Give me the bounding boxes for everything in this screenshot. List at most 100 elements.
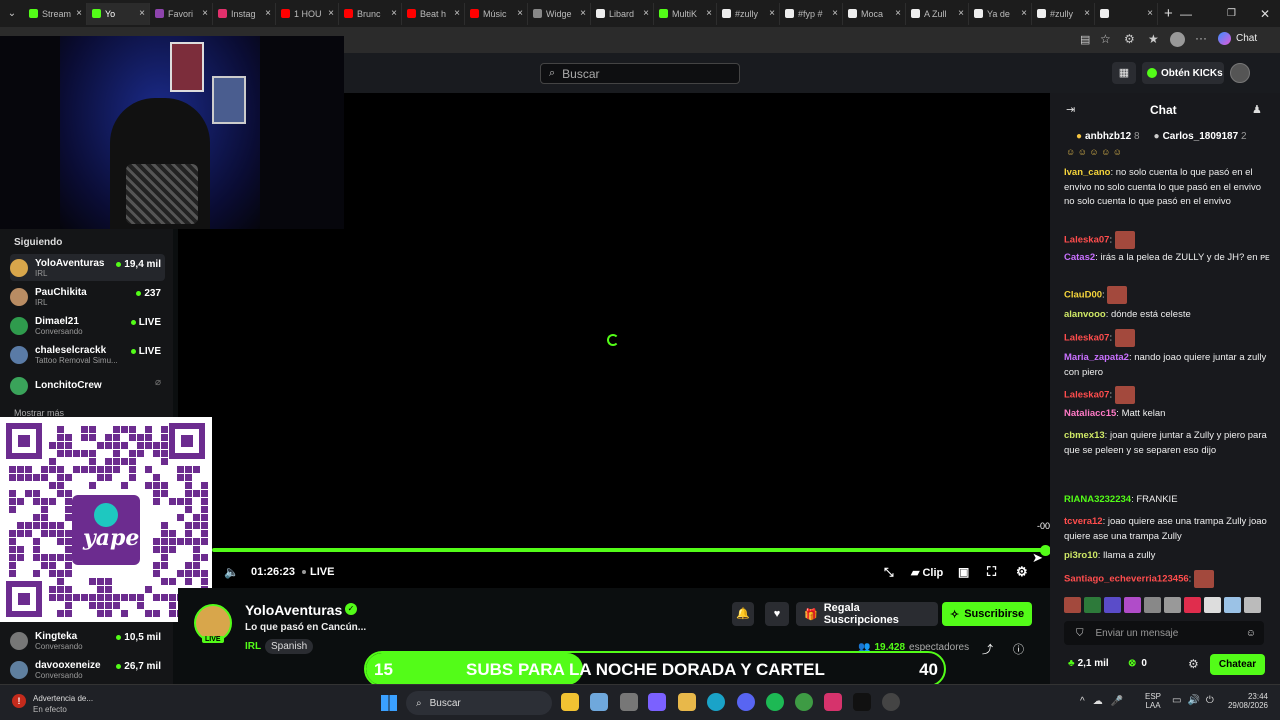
tab-menu-icon[interactable]: ⌄ xyxy=(0,8,24,19)
emote-icon[interactable] xyxy=(1164,597,1181,613)
browser-tab[interactable]: Favori × xyxy=(150,2,213,25)
obs-icon[interactable] xyxy=(882,693,900,711)
chat-username[interactable]: ClauD00 xyxy=(1064,290,1102,301)
channel-points[interactable]: ⊗ 0 xyxy=(1128,658,1147,669)
notifications-button[interactable]: 🔔 xyxy=(732,602,754,626)
chat-username[interactable]: Ivan_cano xyxy=(1064,167,1110,178)
emote-icon[interactable] xyxy=(1244,597,1261,613)
settings-icon[interactable]: ⚙ xyxy=(1016,564,1028,580)
browser-tab[interactable]: #zully × xyxy=(1032,2,1095,25)
chat-username[interactable]: alanvooo xyxy=(1064,309,1106,320)
tray-icons[interactable]: ^☁🎤 xyxy=(1080,696,1131,707)
sidebar-item-channel[interactable]: YoloAventuras IRL 19,4 mil xyxy=(10,254,165,281)
extensions-icon[interactable]: ⚙ xyxy=(1124,32,1135,46)
copilot-chat-button[interactable]: Chat xyxy=(1218,32,1257,45)
emote-icon[interactable] xyxy=(1104,597,1121,613)
photos-icon[interactable] xyxy=(590,693,608,711)
channel-name[interactable]: YoloAventuras xyxy=(245,602,342,618)
collections-icon[interactable]: ★ xyxy=(1148,32,1159,46)
minimize-icon[interactable]: — xyxy=(1180,7,1192,21)
profile-avatar[interactable] xyxy=(1170,32,1185,47)
sidebar-item-channel[interactable]: LonchitoCrew ⌀ xyxy=(10,372,165,399)
browser-tab[interactable]: 1 HOU × xyxy=(276,2,339,25)
tab-close-icon[interactable]: × xyxy=(1147,8,1153,19)
browser-tab[interactable]: Yo × xyxy=(87,2,150,25)
start-icon[interactable] xyxy=(381,695,397,711)
user-avatar[interactable] xyxy=(1230,63,1250,83)
sidebar-item-channel[interactable]: Kingteka Conversando 10,5 mil xyxy=(10,627,165,654)
language-tag[interactable]: Spanish xyxy=(265,639,314,654)
send-chat-button[interactable]: Chatear xyxy=(1210,654,1265,675)
chat-username[interactable]: Maria_zapata2 xyxy=(1064,352,1129,363)
language-indicator[interactable]: ESP LAA xyxy=(1145,692,1161,710)
tab-close-icon[interactable]: × xyxy=(769,8,775,19)
browser-tab[interactable]: Instag × xyxy=(213,2,276,25)
tab-close-icon[interactable]: × xyxy=(643,8,649,19)
clock[interactable]: 23:44 29/08/2026 xyxy=(1222,692,1268,710)
chat-username[interactable]: Nataliacc15 xyxy=(1064,408,1116,419)
emote-icon[interactable] xyxy=(1204,597,1221,613)
browser-tab[interactable]: Libard × xyxy=(591,2,654,25)
tab-close-icon[interactable]: × xyxy=(580,8,586,19)
spotify-icon[interactable] xyxy=(766,693,784,711)
collapse-chat-icon[interactable]: ⇥ xyxy=(1066,103,1075,116)
tab-close-icon[interactable]: × xyxy=(328,8,334,19)
browser-tab[interactable]: Beat h × xyxy=(402,2,465,25)
tab-close-icon[interactable]: × xyxy=(454,8,460,19)
browser-tab[interactable]: Brunc × xyxy=(339,2,402,25)
emote-icon[interactable] xyxy=(1224,597,1241,613)
system-tray-icons[interactable]: ▭🔊⏻ xyxy=(1172,695,1220,706)
tab-close-icon[interactable]: × xyxy=(202,8,208,19)
tab-close-icon[interactable]: × xyxy=(76,8,82,19)
file-explorer-icon[interactable] xyxy=(561,693,579,711)
chrome-icon[interactable] xyxy=(795,693,813,711)
app-icon[interactable] xyxy=(824,693,842,711)
sidebar-item-channel[interactable]: PauChikita IRL 237 xyxy=(10,283,165,310)
chat-username[interactable]: RIANA3232234 xyxy=(1064,494,1131,505)
tab-close-icon[interactable]: × xyxy=(895,8,901,19)
chat-username[interactable]: Catas2 xyxy=(1064,252,1095,263)
top-gifter[interactable]: ● anbhzb12 8 xyxy=(1076,131,1140,142)
chat-users-icon[interactable]: ♟ xyxy=(1252,103,1262,116)
tab-close-icon[interactable]: × xyxy=(139,8,145,19)
store-icon[interactable] xyxy=(620,693,638,711)
top-gifter[interactable]: ● Carlos_1809187 2 xyxy=(1154,131,1247,142)
close-window-icon[interactable]: ✕ xyxy=(1260,7,1270,21)
get-kicks-button[interactable]: Obtén KICKs xyxy=(1142,62,1224,84)
share-icon[interactable]: ⤴ xyxy=(982,641,993,657)
browser-tab[interactable]: #fyp # × xyxy=(780,2,843,25)
taskbar-search[interactable]: ⌕ Buscar xyxy=(406,691,552,715)
browser-tab[interactable]: A Zull × xyxy=(906,2,969,25)
clip-button[interactable]: ▰ Clip xyxy=(911,566,943,579)
volume-icon[interactable]: 🔈 xyxy=(224,565,239,579)
copilot-icon[interactable] xyxy=(648,693,666,711)
tab-close-icon[interactable]: × xyxy=(1021,8,1027,19)
emote-icon[interactable] xyxy=(1064,597,1081,613)
tab-close-icon[interactable]: × xyxy=(391,8,397,19)
browser-tab[interactable]: Moca × xyxy=(843,2,906,25)
tab-close-icon[interactable]: × xyxy=(265,8,271,19)
sidebar-item-channel[interactable]: chaleselcrackk Tattoo Removal Simu... LIVE xyxy=(10,341,165,368)
chat-username[interactable]: Santiago_echeverria123456 xyxy=(1064,574,1189,585)
chat-settings-icon[interactable]: ⚙ xyxy=(1188,657,1199,671)
picture-in-picture-icon[interactable]: ▣ xyxy=(958,565,969,579)
tab-close-icon[interactable]: × xyxy=(706,8,712,19)
subscribe-button[interactable]: ✧ Suscribirse xyxy=(942,602,1032,626)
restore-icon[interactable]: ❐ xyxy=(1227,8,1236,19)
edge-icon[interactable] xyxy=(707,693,725,711)
theater-mode-icon[interactable]: ⤡ xyxy=(884,565,894,580)
follow-heart-button[interactable]: ♥ xyxy=(765,602,789,626)
discord-icon[interactable] xyxy=(737,693,755,711)
chat-username[interactable]: Laleska07 xyxy=(1064,390,1109,401)
new-tab-icon[interactable]: + xyxy=(1164,5,1173,22)
more-icon[interactable]: ··· xyxy=(1195,31,1207,45)
warning-icon[interactable]: ! xyxy=(12,694,26,708)
emote-icon[interactable] xyxy=(1084,597,1101,613)
emote-icon[interactable] xyxy=(1124,597,1141,613)
tab-close-icon[interactable]: × xyxy=(517,8,523,19)
emote-icon[interactable] xyxy=(1184,597,1201,613)
tab-close-icon[interactable]: × xyxy=(1084,8,1090,19)
chat-username[interactable]: pi3ro10 xyxy=(1064,550,1098,561)
emoji-icon[interactable]: ☺ xyxy=(1246,628,1256,639)
more-info-icon[interactable]: ⓘ xyxy=(1013,641,1024,657)
